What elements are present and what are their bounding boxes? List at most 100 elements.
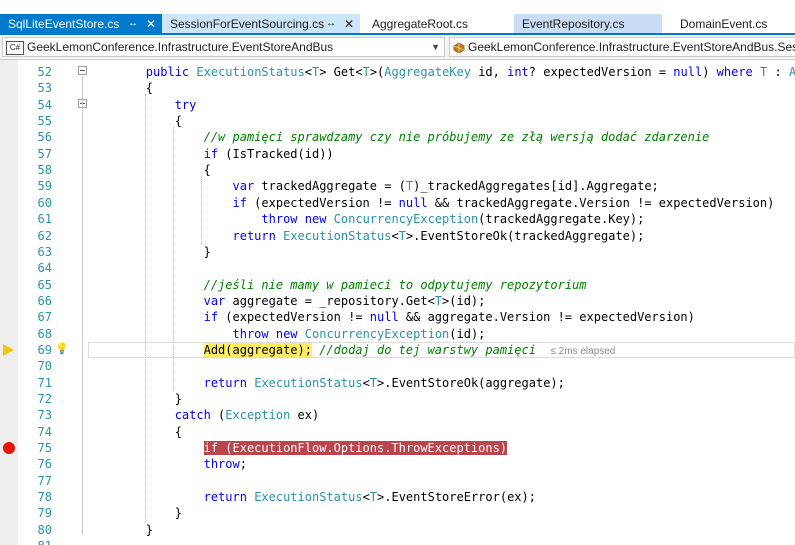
code-text: }: [88, 392, 182, 406]
line-number: 72: [37, 392, 52, 406]
code-line-68[interactable]: 68 throw new ConcurrencyException(id);: [0, 326, 795, 342]
code-line-78[interactable]: 78 return ExecutionStatus<T>.EventStoreE…: [0, 489, 795, 505]
line-number: 63: [37, 244, 52, 259]
code-line-55[interactable]: 55 {: [0, 113, 795, 129]
code-text: Add(aggregate); //dodaj do tej warstwy p…: [203, 342, 616, 357]
close-icon[interactable]: ✕: [146, 14, 156, 34]
code-line-72[interactable]: 72 }: [0, 391, 795, 407]
code-text: var aggregate = _repository.Get<T>(id);: [203, 293, 486, 308]
code-line-62[interactable]: 62 return ExecutionStatus<T>.EventStoreO…: [0, 228, 795, 244]
execution-pointer-icon[interactable]: [3, 343, 14, 356]
code-line-73[interactable]: 73 catch (Exception ex): [0, 407, 795, 423]
code-line-75[interactable]: 75 if (ExecutionFlow.Options.ThrowExcept…: [0, 440, 795, 456]
code-text: if (expectedVersion != null && trackedAg…: [232, 195, 775, 210]
code-text: if (expectedVersion != null && aggregate…: [203, 310, 695, 325]
code-text: //w pamięci sprawdzamy czy nie próbujemy…: [203, 130, 710, 145]
line-number: 55: [37, 114, 52, 129]
code-line-70[interactable]: 70: [0, 358, 795, 374]
code-editor[interactable]: 52 public ExecutionStatus<T> Get<T>(Aggr…: [0, 60, 795, 545]
indent-guide: [173, 127, 174, 391]
breakpoint-icon[interactable]: [3, 442, 15, 455]
code-text: throw new ConcurrencyException(id);: [232, 326, 486, 341]
code-text: catch (Exception ex): [174, 408, 320, 423]
code-text: {: [88, 114, 182, 129]
code-line-53[interactable]: 53 {: [0, 80, 795, 96]
pin-icon[interactable]: ↔: [128, 14, 138, 34]
project-name: GeekLemonConference.Infrastructure.Event…: [27, 40, 334, 54]
code-text: }: [88, 244, 211, 259]
code-line-76[interactable]: 76 throw;: [0, 456, 795, 472]
code-line-67[interactable]: 67 if (expectedVersion != null && aggreg…: [0, 309, 795, 325]
line-number: 66: [37, 293, 52, 308]
line-number: 81: [24, 538, 52, 545]
tab-label: SqlLiteEventStore.cs: [8, 17, 120, 31]
collapse-region-icon[interactable]: [78, 66, 87, 75]
code-line-77[interactable]: 77: [0, 473, 795, 489]
navigation-bar: C# GeekLemonConference.Infrastructure.Eve…: [0, 35, 795, 60]
line-number: 77: [37, 473, 52, 488]
tab-sqliteeventstore[interactable]: SqlLiteEventStore.cs ↔ ✕: [0, 14, 162, 34]
line-number: 58: [37, 163, 52, 178]
line-number: 71: [37, 375, 52, 390]
code-text: return ExecutionStatus<T>.EventStoreErro…: [203, 490, 536, 505]
line-number: 59: [37, 179, 52, 194]
code-line-64[interactable]: 64: [0, 260, 795, 276]
code-line-61[interactable]: 61 throw new ConcurrencyException(tracke…: [0, 211, 795, 227]
tab-domainevent[interactable]: DomainEvent.cs: [672, 14, 795, 34]
code-text: {: [88, 424, 182, 439]
lightbulb-icon[interactable]: 💡: [55, 342, 69, 355]
code-text: throw new ConcurrencyException(trackedAg…: [261, 212, 645, 227]
line-number: 68: [37, 326, 52, 341]
code-line-56[interactable]: 56 //w pamięci sprawdzamy czy nie próbuj…: [0, 129, 795, 145]
code-line-79[interactable]: 79 }: [0, 505, 795, 521]
line-number: 76: [37, 457, 52, 472]
code-line-74[interactable]: 74 {: [0, 424, 795, 440]
document-tab-strip: SqlLiteEventStore.cs ↔ ✕ SessionForEvent…: [0, 0, 795, 35]
code-text: throw;: [203, 457, 247, 472]
class-icon: [453, 42, 465, 54]
code-line-57[interactable]: 57 if (IsTracked(id)): [0, 146, 795, 162]
code-line-60[interactable]: 60 if (expectedVersion != null && tracke…: [0, 195, 795, 211]
code-line-59[interactable]: 59 var trackedAggregate = (T)_trackedAgg…: [0, 178, 795, 194]
close-icon[interactable]: ✕: [344, 14, 354, 34]
code-text: try: [174, 97, 197, 112]
indent-guide: [145, 94, 146, 522]
line-number: 74: [37, 424, 52, 439]
tab-label: DomainEvent.cs: [680, 17, 768, 31]
line-number: 75: [37, 441, 52, 456]
code-text: }: [88, 522, 154, 537]
type-scope-name: GeekLemonConference.Infrastructure.Event…: [468, 40, 795, 54]
line-number: 78: [37, 490, 52, 505]
code-line-66[interactable]: 66 var aggregate = _repository.Get<T>(id…: [0, 293, 795, 309]
indent-guide: [201, 176, 202, 244]
code-line-58[interactable]: 58 {: [0, 162, 795, 178]
code-line-69[interactable]: 69 Add(aggregate); //dodaj do tej warstw…: [0, 341, 795, 358]
line-number: 61: [37, 212, 52, 227]
type-dropdown[interactable]: GeekLemonConference.Infrastructure.Event…: [449, 37, 795, 57]
line-number: 57: [37, 146, 52, 161]
code-text: return ExecutionStatus<T>.EventStoreOk(a…: [203, 375, 565, 390]
line-number: 79: [37, 506, 52, 521]
code-line-80[interactable]: 80 }: [0, 522, 795, 538]
code-line-52[interactable]: 52 public ExecutionStatus<T> Get<T>(Aggr…: [0, 64, 795, 80]
line-number: 69: [37, 342, 52, 357]
tab-label: SessionForEventSourcing.cs: [170, 17, 325, 31]
code-line-63[interactable]: 63 }: [0, 244, 795, 260]
project-dropdown[interactable]: C# GeekLemonConference.Infrastructure.Eve…: [2, 37, 445, 57]
code-line-81[interactable]: 81: [0, 538, 795, 545]
tab-label: AggregateRoot.cs: [372, 17, 469, 31]
line-number: 80: [37, 522, 52, 537]
tab-eventrepository[interactable]: EventRepository.cs: [514, 14, 662, 34]
code-text: {: [88, 163, 211, 178]
code-text: return ExecutionStatus<T>.EventStoreOk(t…: [232, 228, 645, 243]
code-text: {: [88, 81, 154, 96]
outline-fold-line: [82, 76, 83, 534]
line-number: 60: [37, 195, 52, 210]
code-line-65[interactable]: 65 //jeśli nie mamy w pamieci to odpytuj…: [0, 277, 795, 293]
code-line-54[interactable]: 54 try: [0, 97, 795, 113]
pin-icon[interactable]: ↔: [326, 14, 336, 34]
tab-aggregateroot[interactable]: AggregateRoot.cs: [364, 14, 504, 34]
code-line-71[interactable]: 71 return ExecutionStatus<T>.EventStoreO…: [0, 375, 795, 391]
line-number: 52: [37, 65, 52, 79]
tab-sessionforeventsourcing[interactable]: SessionForEventSourcing.cs ↔ ✕: [162, 14, 360, 34]
